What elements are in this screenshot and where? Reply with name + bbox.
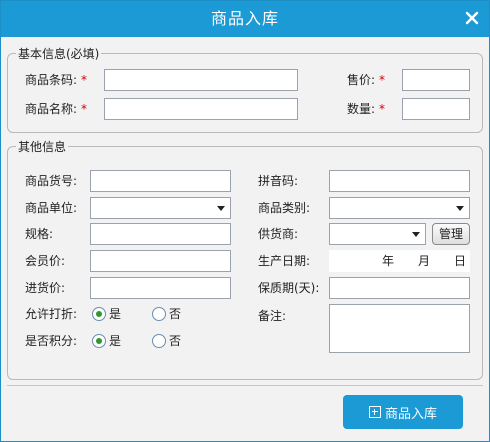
unit-select[interactable] [90,197,231,219]
shelf-life-input[interactable] [329,277,470,299]
spec-label: 规格: [25,227,54,241]
product-name-input[interactable] [104,98,298,120]
production-date-input[interactable]: 年 月 日 [329,250,470,272]
other-info-legend: 其他信息 [16,139,69,155]
date-day-text: 日 [454,254,467,268]
radio-label: 否 [169,307,182,321]
allow-discount-no-radio[interactable]: 否 [152,306,181,322]
production-date-label: 生产日期: [258,254,311,268]
radio-checked-icon [92,307,106,321]
item-no-input[interactable] [90,170,231,192]
radio-label: 是 [109,307,122,321]
purchase-price-label: 进货价: [25,281,66,295]
date-year-text: 年 [382,254,395,268]
unit-label: 商品单位: [25,201,78,215]
points-yes-radio[interactable]: 是 [92,333,121,349]
spec-input[interactable] [90,223,231,245]
supplier-select[interactable] [329,223,426,245]
window-title: 商品入库 [210,9,279,28]
close-icon[interactable] [463,9,481,27]
date-month-text: 月 [418,254,431,268]
barcode-label: 商品条码: * [25,73,88,87]
basic-info-group: 基本信息(必填) [7,46,483,133]
stock-in-button-label: 商品入库 [384,406,437,422]
dialog-body: 基本信息(必填) 商品条码: * 售价: * 商品名称: * 数量: * 其他信息 商品… [1,37,489,441]
quantity-input[interactable] [402,98,470,120]
pinyin-label: 拼音码: [258,174,299,188]
stock-in-button[interactable]: 商品入库 [343,395,463,429]
chevron-down-icon [456,206,464,211]
required-marker: * [379,102,386,116]
purchase-price-input[interactable] [90,277,231,299]
manage-supplier-button[interactable]: 管理 [432,223,470,245]
basic-info-legend: 基本信息(必填) [16,46,102,62]
radio-label: 否 [169,334,182,348]
price-input[interactable] [402,69,470,91]
barcode-input[interactable] [104,69,298,91]
quantity-label: 数量: * [347,102,386,116]
radio-unchecked-icon [152,307,166,321]
allow-discount-label: 允许打折: [25,307,78,321]
radio-label: 是 [109,334,122,348]
item-no-label: 商品货号: [25,174,78,188]
category-label: 商品类别: [258,201,311,215]
dialog-window: 商品入库 基本信息(必填) 商品条码: * 售价: * 商品名称: * 数量: * 其他… [0,0,490,442]
required-marker: * [379,73,386,87]
category-select[interactable] [329,197,470,219]
pinyin-input[interactable] [329,170,470,192]
product-name-label: 商品名称: * [25,102,88,116]
chevron-down-icon [217,206,225,211]
chevron-down-icon [412,232,420,237]
supplier-label: 供货商: [258,227,299,241]
plus-square-icon [368,406,381,418]
remarks-textarea[interactable] [329,304,470,353]
required-marker: * [81,102,88,116]
shelf-life-label: 保质期(天): [258,281,320,295]
required-marker: * [81,73,88,87]
member-price-label: 会员价: [25,254,66,268]
points-label: 是否积分: [25,334,78,348]
price-label: 售价: * [347,73,386,87]
footer-divider [7,385,483,386]
radio-checked-icon [92,334,106,348]
points-no-radio[interactable]: 否 [152,333,181,349]
member-price-input[interactable] [90,250,231,272]
title-bar[interactable]: 商品入库 [1,1,489,37]
remarks-label: 备注: [258,309,287,323]
allow-discount-yes-radio[interactable]: 是 [92,306,121,322]
radio-unchecked-icon [152,334,166,348]
